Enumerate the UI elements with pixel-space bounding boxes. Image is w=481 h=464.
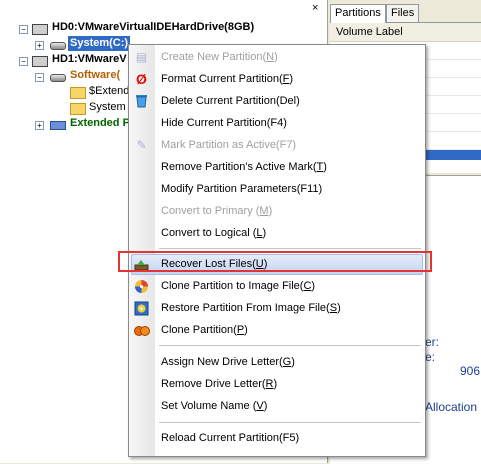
partition-icon — [50, 42, 66, 50]
tab-partitions[interactable]: Partitions — [330, 4, 386, 23]
menu-item-modify-parameters[interactable]: Modify Partition Parameters(F11) — [129, 178, 425, 200]
tree-partition-software[interactable]: Software( — [70, 68, 120, 83]
tree-disk-hd1[interactable]: HD1:VMwareV — [52, 52, 127, 67]
create-partition-icon: ▤ — [135, 50, 148, 64]
menu-item-create-partition[interactable]: ▤ Create New Partition(N) — [129, 46, 425, 68]
menu-separator — [159, 248, 421, 249]
collapse-icon[interactable]: − — [35, 73, 44, 82]
close-icon[interactable]: × — [312, 2, 318, 14]
menu-item-clone-partition[interactable]: Clone Partition(P) — [129, 319, 425, 341]
detail-value: 906 — [460, 364, 481, 378]
column-header-volume-label[interactable]: Volume Label — [330, 23, 481, 42]
menu-separator — [159, 422, 421, 423]
hard-disk-icon — [32, 56, 48, 67]
tree-partition-extended[interactable]: Extended P — [70, 116, 130, 131]
menu-item-restore-from-image[interactable]: Restore Partition From Image File(S) — [129, 297, 425, 319]
partition-icon — [50, 74, 66, 82]
folder-icon — [70, 103, 86, 115]
expand-icon[interactable]: + — [35, 41, 44, 50]
tab-files[interactable]: Files — [386, 4, 420, 22]
menu-item-mark-active[interactable]: ✎ Mark Partition as Active(F7) — [129, 134, 425, 156]
expand-icon[interactable]: + — [35, 121, 44, 130]
mark-active-icon: ✎ — [136, 138, 147, 152]
menu-item-reload-partition[interactable]: Reload Current Partition(F5) — [129, 427, 425, 449]
format-icon: Ø — [136, 71, 147, 87]
tree-folder-extend[interactable]: $Extend — [89, 84, 129, 99]
hard-disk-icon — [32, 24, 48, 35]
tree-disk-hd0[interactable]: HD0:VMwareVirtualIDEHardDrive(8GB) — [52, 20, 254, 35]
extended-partition-icon — [50, 121, 66, 130]
menu-separator — [159, 345, 421, 346]
menu-item-format-partition[interactable]: Ø Format Current Partition(F) — [129, 68, 425, 90]
clone-partition-icon — [134, 323, 150, 338]
menu-item-remove-active-mark[interactable]: Remove Partition's Active Mark(T) — [129, 156, 425, 178]
clone-to-image-icon — [134, 279, 149, 294]
menu-item-convert-primary[interactable]: Convert to Primary (M) — [129, 200, 425, 222]
menu-item-remove-drive-letter[interactable]: Remove Drive Letter(R) — [129, 373, 425, 395]
menu-item-hide-partition[interactable]: Hide Current Partition(F4) — [129, 112, 425, 134]
delete-icon — [134, 94, 149, 109]
detail-text: Allocation — [425, 400, 478, 414]
menu-item-clone-to-image[interactable]: Clone Partition to Image File(C) — [129, 275, 425, 297]
detail-text: e: — [425, 350, 436, 364]
menu-item-delete-partition[interactable]: Delete Current Partition(Del) — [129, 90, 425, 112]
tree-partition-system[interactable]: System(C:) — [68, 36, 131, 51]
menu-item-assign-drive-letter[interactable]: Assign New Drive Letter(G) — [129, 351, 425, 373]
folder-icon — [70, 87, 86, 99]
collapse-icon[interactable]: − — [19, 25, 28, 34]
menu-item-set-volume-name[interactable]: Set Volume Name (V) — [129, 395, 425, 417]
collapse-icon[interactable]: − — [19, 57, 28, 66]
restore-image-icon — [134, 301, 149, 316]
menu-item-convert-logical[interactable]: Convert to Logical (L) — [129, 222, 425, 244]
detail-text: er: — [425, 335, 440, 349]
